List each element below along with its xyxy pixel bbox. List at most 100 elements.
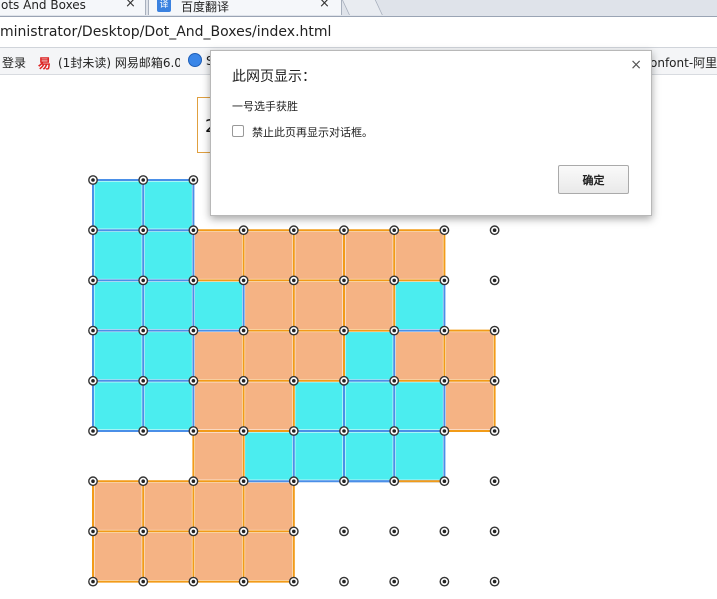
box-player2 [395, 332, 443, 380]
board-dot-center [191, 228, 196, 232]
board-dot-center [442, 278, 447, 283]
box-player1 [94, 231, 142, 279]
box-player2 [245, 382, 293, 430]
board-dot-center [392, 429, 397, 433]
board-dot-center [342, 529, 346, 534]
board-dot-center [392, 379, 397, 383]
box-player2 [144, 482, 192, 530]
box-player2 [194, 482, 243, 530]
box-player2 [245, 482, 293, 530]
board-dot-center [442, 529, 447, 534]
board-dot-center [241, 479, 246, 484]
board-dot-center [392, 479, 397, 484]
board-dot-center [91, 429, 95, 433]
board-dot-center [91, 579, 95, 584]
box-player1 [395, 382, 443, 430]
board-dot-center [91, 278, 95, 283]
board-dot-center [91, 379, 95, 383]
board-dot-center [141, 278, 145, 283]
board-dot-center [91, 479, 95, 484]
board-dot-center [492, 328, 497, 333]
box-player2 [245, 281, 293, 330]
box-player1 [144, 231, 192, 279]
dialog-message: 一号选手获胜 [232, 100, 298, 113]
ok-button[interactable]: 确定 [558, 165, 629, 194]
box-player1 [94, 332, 142, 380]
box-player1 [395, 281, 443, 330]
box-player2 [194, 382, 243, 430]
board-dot-center [141, 228, 145, 232]
box-player2 [395, 231, 443, 279]
box-player1 [345, 382, 393, 430]
box-player2 [194, 432, 243, 480]
box-player1 [295, 382, 343, 430]
box-player1 [194, 281, 243, 330]
board-dot-center [492, 278, 497, 283]
box-player1 [144, 382, 192, 430]
box-player2 [94, 482, 142, 530]
board-dot-center [442, 479, 447, 484]
board-dot-center [442, 228, 447, 232]
board-dot-center [191, 328, 196, 333]
board-dot-center [492, 379, 497, 383]
close-icon[interactable]: × [630, 57, 642, 73]
box-player1 [144, 181, 192, 229]
board-dot-center [141, 529, 145, 534]
board-dot-center [191, 178, 196, 182]
box-player1 [144, 281, 192, 330]
board-dot-center [292, 579, 296, 584]
suppress-dialogs-label[interactable]: 禁止此页再显示对话框。 [252, 124, 373, 140]
board-dot-center [442, 328, 447, 333]
board-dot-center [241, 379, 246, 383]
suppress-dialogs-checkbox[interactable] [232, 125, 244, 137]
box-player2 [94, 532, 142, 581]
box-player1 [94, 181, 142, 229]
board-dot-center [91, 328, 95, 333]
board-dot-center [342, 579, 346, 584]
box-player2 [144, 532, 192, 581]
box-player1 [144, 332, 192, 380]
board-dot-center [492, 479, 497, 484]
board-dot-center [442, 579, 447, 584]
board-dot-center [342, 479, 346, 484]
board-dot-center [392, 278, 397, 283]
board-dot-center [141, 328, 145, 333]
board-dot-center [91, 529, 95, 534]
board-dot-center [442, 429, 447, 433]
board-dot-center [492, 529, 497, 534]
board-dot-center [342, 328, 346, 333]
board-dot-center [191, 278, 196, 283]
box-player1 [395, 432, 443, 480]
board-dot-center [292, 479, 296, 484]
board-dot-center [342, 228, 346, 232]
board-dot-center [292, 278, 296, 283]
board-dot-center [292, 228, 296, 232]
board-dot-center [191, 579, 196, 584]
box-player2 [295, 332, 343, 380]
board-dot-center [191, 379, 196, 383]
box-player2 [194, 532, 243, 581]
board-dot-center [492, 429, 497, 433]
board-dot-center [442, 379, 447, 383]
box-player1 [245, 432, 293, 480]
board-dot-center [392, 529, 397, 534]
box-player2 [245, 332, 293, 380]
board-dot-center [141, 479, 145, 484]
board-dot-center [342, 379, 346, 383]
board-dot-center [492, 579, 497, 584]
board-dot-center [91, 228, 95, 232]
board-dot-center [241, 228, 246, 232]
board-dot-center [141, 579, 145, 584]
board-dot-center [392, 228, 397, 232]
board-dot-center [141, 379, 145, 383]
box-player2 [245, 231, 293, 279]
box-player1 [94, 382, 142, 430]
box-player2 [445, 332, 494, 380]
dialog-title: 此网页显示： [232, 69, 316, 85]
board-dot-center [292, 529, 296, 534]
board-dot-center [292, 328, 296, 333]
board-dot-center [392, 579, 397, 584]
board-dot-center [392, 328, 397, 333]
board-dot-center [241, 529, 246, 534]
box-player1 [295, 432, 343, 480]
